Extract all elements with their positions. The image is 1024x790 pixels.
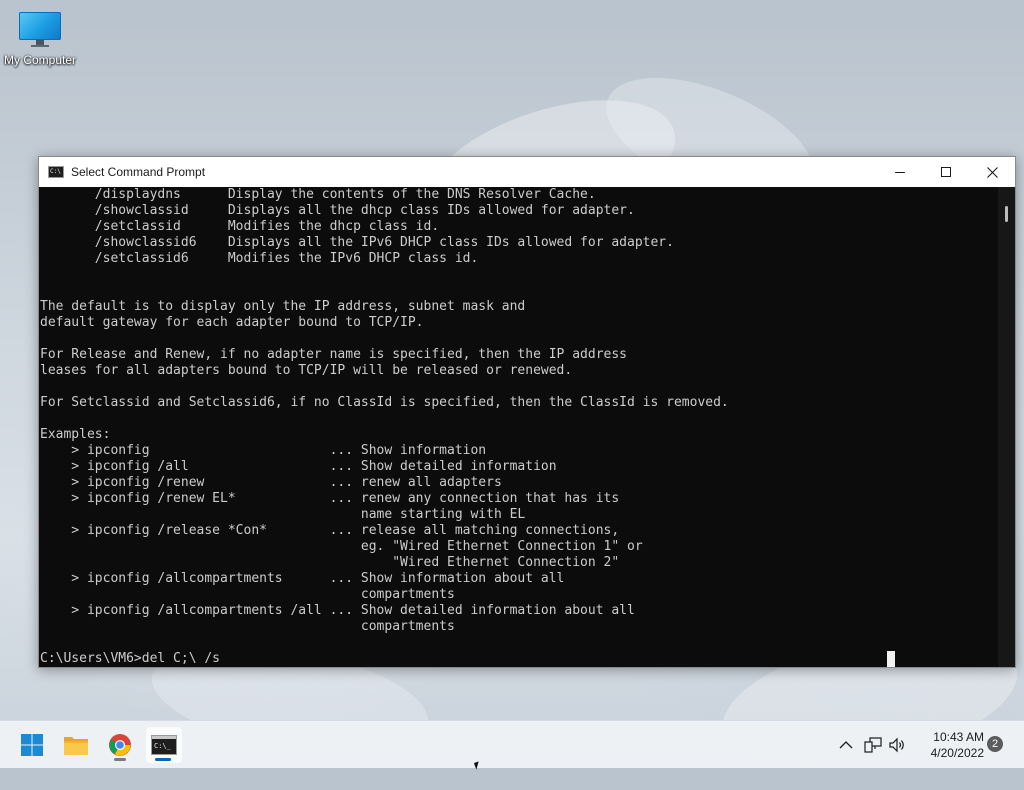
command-prompt-icon: C:\_ xyxy=(151,735,177,755)
command-prompt-window[interactable]: C:\ Select Command Prompt /displaydns Di… xyxy=(38,156,1016,668)
console-line: /showclassid Displays all the dhcp class… xyxy=(40,203,635,218)
folder-icon xyxy=(64,737,88,755)
maximize-icon xyxy=(941,167,951,177)
clock-date: 4/20/2022 xyxy=(930,746,984,760)
console-line: > ipconfig /renew ... renew all adapters xyxy=(40,475,502,490)
console-line: /setclassid Modifies the dhcp class id. xyxy=(40,219,440,234)
tray-overflow-button[interactable] xyxy=(834,721,858,769)
active-indicator xyxy=(155,758,171,761)
console-line: eg. "Wired Ethernet Connection 1" or xyxy=(40,539,643,554)
scrollbar-thumb[interactable] xyxy=(1005,206,1008,222)
chevron-up-icon xyxy=(839,741,853,749)
taskbar-clock[interactable]: 10:43 AM 4/20/2022 xyxy=(916,729,984,761)
taskbar: C:\_ 10:43 AM 4/20/2022 xyxy=(0,720,1024,768)
command-prompt-icon: C:\ xyxy=(48,166,64,178)
computer-monitor-icon xyxy=(19,12,61,47)
window-titlebar[interactable]: C:\ Select Command Prompt xyxy=(39,157,1015,187)
taskbar-command-prompt[interactable]: C:\_ xyxy=(146,727,182,763)
desktop-icon-label: My Computer xyxy=(3,53,77,67)
minimize-button[interactable] xyxy=(877,157,923,187)
console-line: /displaydns Display the contents of the … xyxy=(40,187,596,202)
taskbar-file-explorer[interactable] xyxy=(58,727,94,763)
console-line: default gateway for each adapter bound t… xyxy=(40,315,424,330)
maximize-button[interactable] xyxy=(923,157,969,187)
console-line: leases for all adapters bound to TCP/IP … xyxy=(40,363,573,378)
console-line: > ipconfig /allcompartments ... Show inf… xyxy=(40,571,565,586)
speaker-icon xyxy=(889,737,904,753)
console-line: For Setclassid and Setclassid6, if no Cl… xyxy=(40,395,729,410)
console-line: > ipconfig /release *Con* ... release al… xyxy=(40,523,620,538)
close-icon xyxy=(986,166,998,178)
running-indicator xyxy=(114,758,126,761)
taskbar-chrome[interactable] xyxy=(102,727,138,763)
text-cursor xyxy=(887,651,895,667)
tray-network-button[interactable] xyxy=(862,721,884,769)
tray-volume-button[interactable] xyxy=(886,721,908,769)
network-icon xyxy=(864,737,882,753)
svg-text:C:\_: C:\_ xyxy=(154,742,172,750)
console-text[interactable]: /displaydns Display the contents of the … xyxy=(39,187,998,667)
console-line: > ipconfig /all ... Show detailed inform… xyxy=(40,459,557,474)
console-line: > ipconfig /allcompartments /all ... Sho… xyxy=(40,603,635,618)
console-line: Examples: xyxy=(40,427,111,442)
console-scrollbar[interactable] xyxy=(998,187,1015,667)
chrome-icon xyxy=(109,734,131,756)
console-line: "Wired Ethernet Connection 2" xyxy=(40,555,620,570)
console-line: > ipconfig /renew EL* ... renew any conn… xyxy=(40,491,620,506)
notification-badge[interactable]: 2 xyxy=(987,736,1003,752)
start-button[interactable] xyxy=(14,727,50,763)
console-line: compartments xyxy=(40,619,455,634)
console-line: /setclassid6 Modifies the IPv6 DHCP clas… xyxy=(40,251,479,266)
console-line: > ipconfig ... Show information xyxy=(40,443,487,458)
console-line: name starting with EL xyxy=(40,507,526,522)
clock-time: 10:43 AM xyxy=(933,730,984,744)
console-line: C:\Users\VM6>del C;\ /s xyxy=(40,651,221,666)
console-line: compartments xyxy=(40,587,455,602)
console-output[interactable]: /displaydns Display the contents of the … xyxy=(39,187,998,667)
minimize-icon xyxy=(895,172,905,173)
windows-start-icon xyxy=(21,734,43,756)
window-title: Select Command Prompt xyxy=(71,165,206,179)
console-line: For Release and Renew, if no adapter nam… xyxy=(40,347,627,362)
console-line: /showclassid6 Displays all the IPv6 DHCP… xyxy=(40,235,674,250)
console-line: The default is to display only the IP ad… xyxy=(40,299,526,314)
desktop-icon-my-computer[interactable]: My Computer xyxy=(2,10,78,67)
close-button[interactable] xyxy=(969,157,1015,187)
